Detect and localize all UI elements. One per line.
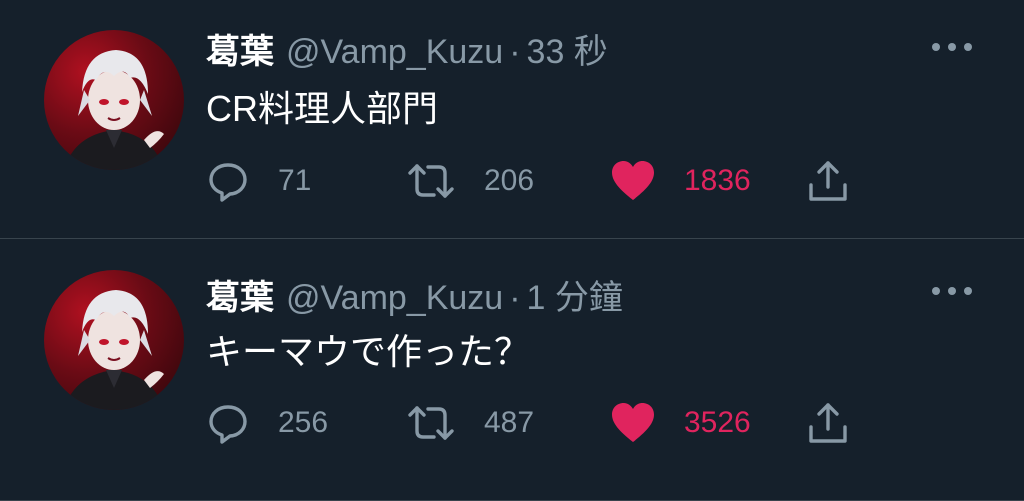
retweet-icon bbox=[408, 164, 454, 198]
tweet-text: キーマウで作った？ bbox=[206, 331, 531, 372]
like-count: 3526 bbox=[684, 406, 751, 439]
reply-count: 256 bbox=[278, 406, 329, 439]
timestamp[interactable]: 33 秒 bbox=[527, 33, 608, 71]
tweet-text: CR料理人部門 bbox=[206, 88, 438, 129]
tweet-header: 葛葉 @Vamp_Kuzu · 33 秒 bbox=[206, 24, 608, 73]
reply-button[interactable]: 256 bbox=[206, 397, 328, 449]
more-icon[interactable] bbox=[932, 284, 972, 298]
more-icon[interactable] bbox=[932, 40, 972, 54]
share-button[interactable] bbox=[806, 397, 850, 449]
share-icon bbox=[809, 161, 847, 201]
tweet-header: 葛葉 @Vamp_Kuzu · 1 分鐘 bbox=[206, 270, 623, 319]
heart-icon bbox=[612, 403, 654, 442]
tweet-actions: 71 206 1836 bbox=[206, 155, 866, 207]
user-handle[interactable]: @Vamp_Kuzu bbox=[286, 279, 503, 317]
reply-button[interactable]: 71 bbox=[206, 155, 311, 207]
tweet-actions: 256 487 3526 bbox=[206, 397, 866, 449]
retweet-count: 206 bbox=[484, 164, 535, 197]
reply-icon bbox=[209, 163, 247, 202]
heart-icon bbox=[612, 161, 654, 200]
retweet-button[interactable]: 487 bbox=[406, 397, 534, 449]
retweet-count: 487 bbox=[484, 406, 535, 439]
tweet[interactable]: 葛葉 @Vamp_Kuzu · 33 秒 CR料理人部門 71 206 1836 bbox=[0, 0, 1024, 238]
share-button[interactable] bbox=[806, 155, 850, 207]
separator: · bbox=[509, 279, 521, 317]
retweet-button[interactable]: 206 bbox=[406, 155, 534, 207]
like-button[interactable]: 3526 bbox=[610, 397, 751, 449]
avatar[interactable] bbox=[44, 270, 184, 410]
separator: · bbox=[509, 33, 521, 71]
user-handle[interactable]: @Vamp_Kuzu bbox=[286, 33, 503, 71]
reply-icon bbox=[209, 405, 247, 444]
retweet-icon bbox=[408, 406, 454, 440]
display-name[interactable]: 葛葉 bbox=[206, 33, 274, 71]
tweet[interactable]: 葛葉 @Vamp_Kuzu · 1 分鐘 キーマウで作った？ 256 487 3… bbox=[0, 239, 1024, 501]
share-icon bbox=[809, 403, 847, 443]
avatar[interactable] bbox=[44, 30, 184, 170]
like-count: 1836 bbox=[684, 164, 751, 197]
reply-count: 71 bbox=[278, 164, 312, 197]
timestamp[interactable]: 1 分鐘 bbox=[527, 279, 623, 317]
display-name[interactable]: 葛葉 bbox=[206, 279, 274, 317]
like-button[interactable]: 1836 bbox=[610, 155, 751, 207]
